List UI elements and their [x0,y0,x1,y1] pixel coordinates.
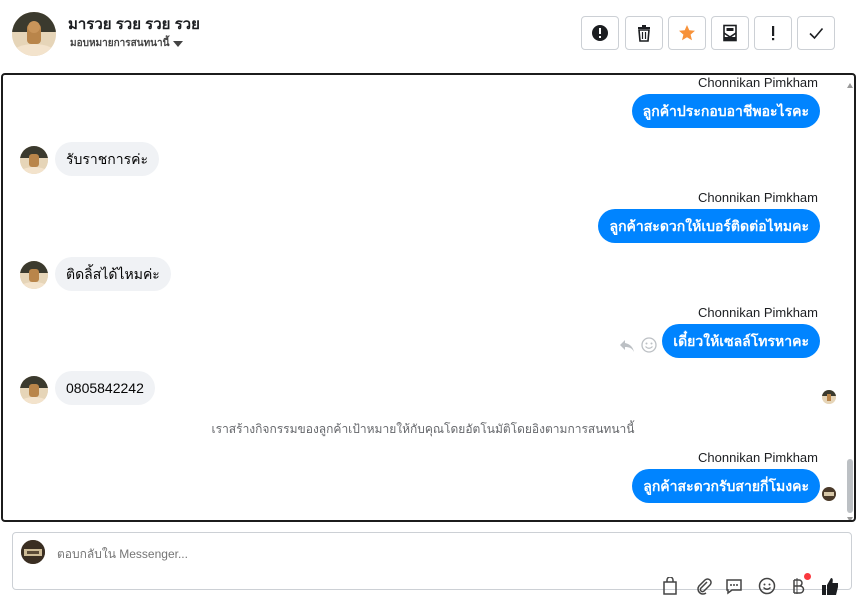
seen-avatar-indicator [822,390,836,404]
incoming-message[interactable]: ติดลิ้สได้ไหมค่ะ [55,257,171,291]
chat-scrollbar[interactable] [846,83,854,520]
notification-dot [804,573,811,580]
system-notice: เราสร้างกิจกรรมของลูกค้าเป้าหมายให้กับคุ… [211,422,635,436]
message-composer [12,532,852,595]
outgoing-message[interactable]: ลูกค้าสะดวกให้เบอร์ติดต่อไหมคะ [598,209,820,243]
assign-conversation-dropdown[interactable]: มอบหมายการสนทนานี้ [70,36,184,51]
contact-avatar-small[interactable] [20,146,48,174]
sender-name: Chonnikan Pimkham [698,75,818,90]
incoming-message[interactable]: 0805842242 [55,371,155,405]
alert-circle-icon [592,25,608,41]
attachment-icon[interactable] [695,577,713,595]
payment-icon[interactable] [789,577,807,595]
contact-avatar-small[interactable] [20,261,48,289]
check-icon [809,27,824,40]
archive-button[interactable] [711,16,749,50]
star-icon [679,25,695,41]
conversation-header: มารวย รวย รวย รวย มอบหมายการสนทนานี้ [0,0,856,72]
react-smiley-icon[interactable] [641,337,657,353]
sender-name: Chonnikan Pimkham [698,305,818,320]
reply-icon[interactable] [619,339,635,353]
contact-avatar[interactable] [12,12,56,56]
contact-avatar-small[interactable] [20,376,48,404]
emoji-icon[interactable] [758,577,776,595]
outgoing-message[interactable]: ลูกค้าประกอบอาชีพอะไรคะ [631,94,820,128]
outgoing-message[interactable]: เดี๋ยวให้เซลล์โทรหาคะ [662,324,820,358]
mark-spam-button[interactable] [581,16,619,50]
page-avatar [21,540,45,564]
scroll-down-arrow-icon[interactable] [847,517,853,520]
sender-name: Chonnikan Pimkham [698,190,818,205]
sender-name: Chonnikan Pimkham [698,450,818,465]
reply-input[interactable] [57,547,557,561]
incoming-message[interactable]: รับราชการค่ะ [55,142,160,176]
scrollbar-thumb[interactable] [847,459,853,513]
contact-name: มารวย รวย รวย รวย [68,16,200,33]
delete-button[interactable] [625,16,663,50]
mark-unread-button[interactable] [754,16,792,50]
scroll-up-arrow-icon[interactable] [847,83,853,88]
assign-conversation-label: มอบหมายการสนทนานี้ [70,38,170,49]
thumbs-up-icon[interactable] [821,577,839,595]
trash-icon [638,25,650,42]
archive-icon [723,24,737,42]
star-button[interactable] [668,16,706,50]
shopping-bag-icon[interactable] [661,577,679,595]
caret-down-icon [173,40,184,47]
exclamation-icon [772,26,775,41]
message-thread[interactable]: Chonnikan Pimkham ลูกค้าประกอบอาชีพอะไรค… [1,73,856,522]
outgoing-message[interactable]: ลูกค้าสะดวกรับสายกี่โมงคะ [632,469,820,503]
mark-done-button[interactable] [797,16,835,50]
seen-avatar-indicator [822,487,836,501]
saved-replies-icon[interactable] [725,577,743,595]
